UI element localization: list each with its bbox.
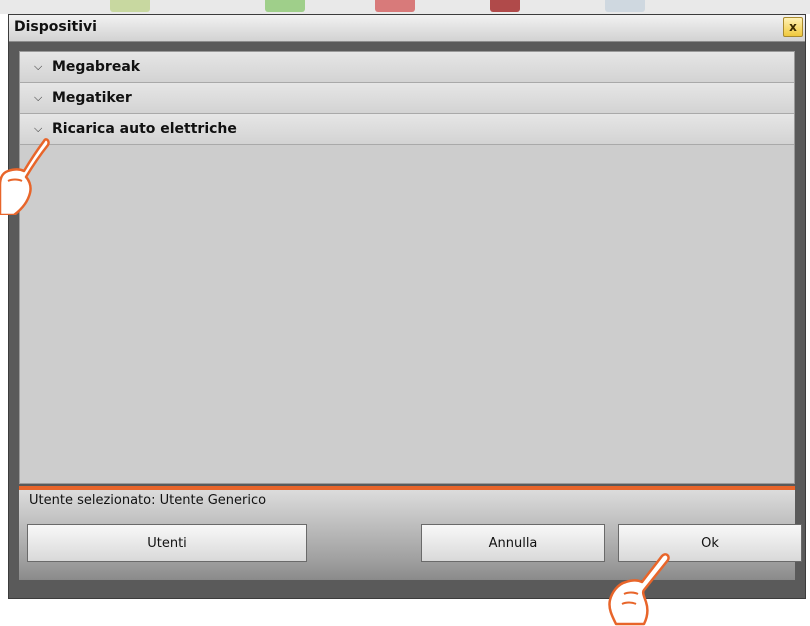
- cancel-button[interactable]: Annulla: [421, 524, 605, 562]
- dialog-title: Dispositivi: [14, 19, 97, 35]
- accordion-item-megabreak[interactable]: ⌵ Megabreak: [20, 52, 794, 83]
- background-element: [110, 0, 150, 12]
- hand-pointer-icon: [608, 553, 670, 626]
- accordion-item-megatiker[interactable]: ⌵ Megatiker: [20, 83, 794, 114]
- background-element: [605, 0, 645, 12]
- accordion-item-label: Ricarica auto elettriche: [52, 121, 237, 137]
- accordion-item-ricarica-auto[interactable]: ⌵ Ricarica auto elettriche: [20, 114, 794, 145]
- chevron-down-icon: ⌵: [34, 122, 43, 135]
- devices-accordion: ⌵ Megabreak ⌵ Megatiker ⌵ Ricarica auto …: [19, 51, 795, 484]
- users-button[interactable]: Utenti: [27, 524, 307, 562]
- background-app-strip: [0, 0, 810, 14]
- background-element: [375, 0, 415, 12]
- selected-user-label: Utente selezionato: Utente Generico: [29, 493, 267, 508]
- close-button[interactable]: x: [783, 17, 803, 37]
- dialog-titlebar: Dispositivi x: [9, 15, 805, 42]
- chevron-down-icon: ⌵: [34, 60, 43, 73]
- background-element: [265, 0, 305, 12]
- hand-pointer-icon: [0, 138, 50, 215]
- accordion-item-label: Megabreak: [52, 59, 141, 75]
- background-element: [490, 0, 520, 12]
- dialog-footer: Utente selezionato: Utente Generico Uten…: [19, 490, 802, 580]
- chevron-down-icon: ⌵: [34, 91, 43, 104]
- accordion-item-label: Megatiker: [52, 90, 132, 106]
- devices-dialog: Dispositivi x ⌵ Megabreak ⌵ Megatiker ⌵ …: [8, 14, 806, 599]
